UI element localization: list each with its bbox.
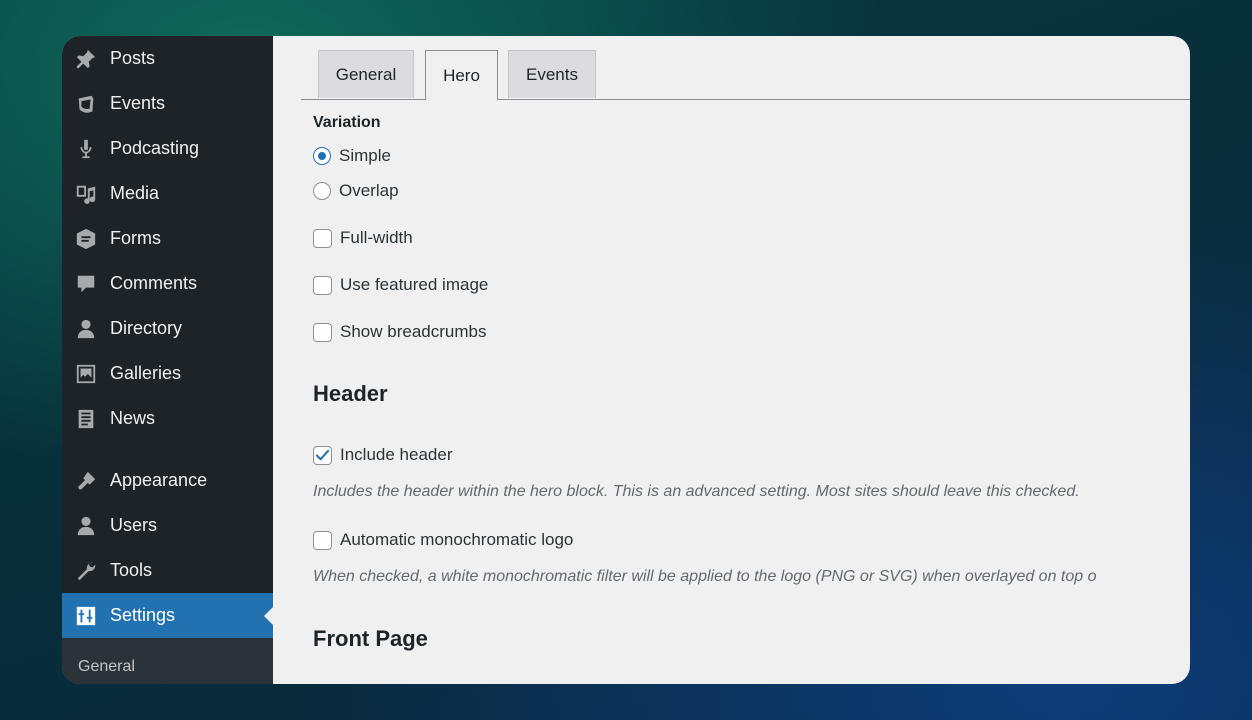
sidebar-item-label: Forms	[110, 228, 161, 248]
person-icon	[74, 317, 98, 341]
sidebar-item-users[interactable]: Users	[62, 503, 273, 548]
checkbox-mono-logo[interactable]	[313, 530, 332, 550]
submenu-item-general[interactable]: General	[78, 658, 135, 676]
include-header-description: Includes the header within the hero bloc…	[313, 483, 1080, 500]
sidebar-item-label: Posts	[110, 48, 156, 68]
gallery-icon	[74, 362, 98, 386]
checkbox-option-breadcrumbs[interactable]: Show breadcrumbs	[313, 322, 486, 342]
checkbox-label: Use featured image	[340, 275, 489, 294]
sidebar-item-label: Settings	[110, 605, 176, 625]
checkbox-label: Include header	[340, 445, 453, 464]
sidebar-item-label: Users	[110, 515, 158, 535]
section-title-header: Header	[313, 381, 388, 406]
app-window: Posts Events Podcasting Media Forms Comm…	[62, 36, 1190, 684]
calendar-icon	[74, 92, 98, 116]
sidebar-item-news[interactable]: News	[62, 396, 273, 441]
admin-sidebar: Posts Events Podcasting Media Forms Comm…	[62, 36, 273, 684]
tab-bar: General Hero Events	[301, 50, 1190, 100]
checkbox-label: Full-width	[340, 228, 413, 247]
sidebar-item-appearance[interactable]: Appearance	[62, 458, 273, 503]
forms-icon	[74, 227, 98, 251]
settings-submenu: General	[62, 638, 273, 684]
sidebar-item-directory[interactable]: Directory	[62, 306, 273, 351]
radio-overlap[interactable]	[313, 182, 331, 200]
sidebar-item-posts[interactable]: Posts	[62, 36, 273, 81]
checkbox-option-full-width[interactable]: Full-width	[313, 228, 413, 248]
checkbox-option-featured-image[interactable]: Use featured image	[313, 275, 488, 295]
variation-label: Variation	[313, 114, 381, 131]
users-icon	[74, 514, 98, 538]
sidebar-item-label: Tools	[110, 560, 153, 580]
checkmark-icon	[315, 449, 330, 460]
wrench-icon	[74, 559, 98, 583]
section-title-front-page: Front Page	[313, 626, 428, 651]
sidebar-item-settings[interactable]: Settings	[62, 593, 273, 638]
tab-hero[interactable]: Hero	[425, 50, 498, 100]
sidebar-item-label: Podcasting	[110, 138, 200, 158]
checkbox-include-header[interactable]	[313, 445, 332, 465]
radio-option-overlap[interactable]: Overlap	[313, 181, 399, 201]
radio-label: Overlap	[339, 181, 399, 200]
sidebar-item-galleries[interactable]: Galleries	[62, 351, 273, 396]
sidebar-item-label: Media	[110, 183, 160, 203]
sidebar-item-label: News	[110, 408, 156, 428]
comment-icon	[74, 272, 98, 296]
sidebar-item-events[interactable]: Events	[62, 81, 273, 126]
brush-icon	[74, 469, 98, 493]
radio-option-simple[interactable]: Simple	[313, 146, 391, 166]
checkbox-featured-image[interactable]	[313, 275, 332, 295]
settings-panel: General Hero Events Variation Simple Ove…	[273, 36, 1190, 684]
checkbox-option-mono-logo[interactable]: Automatic monochromatic logo	[313, 530, 573, 550]
sidebar-item-forms[interactable]: Forms	[62, 216, 273, 261]
checkbox-full-width[interactable]	[313, 228, 332, 248]
sidebar-item-media[interactable]: Media	[62, 171, 273, 216]
mono-logo-description: When checked, a white monochromatic filt…	[313, 568, 1097, 585]
tab-general[interactable]: General	[318, 50, 414, 98]
sidebar-item-label: Events	[110, 93, 166, 113]
sidebar-item-tools[interactable]: Tools	[62, 548, 273, 593]
tab-events[interactable]: Events	[508, 50, 596, 98]
media-icon	[74, 182, 98, 206]
sidebar-item-label: Appearance	[110, 470, 208, 490]
sidebar-item-label: Comments	[110, 273, 198, 293]
settings-icon	[74, 604, 98, 628]
radio-label: Simple	[339, 146, 391, 165]
document-icon	[74, 407, 98, 431]
sidebar-item-podcasting[interactable]: Podcasting	[62, 126, 273, 171]
pin-icon	[74, 47, 98, 71]
sidebar-item-label: Galleries	[110, 363, 182, 383]
sidebar-item-label: Directory	[110, 318, 183, 338]
checkbox-breadcrumbs[interactable]	[313, 322, 332, 342]
radio-simple[interactable]	[313, 147, 331, 165]
checkbox-option-include-header[interactable]: Include header	[313, 445, 452, 465]
checkbox-label: Show breadcrumbs	[340, 322, 487, 341]
checkbox-label: Automatic monochromatic logo	[340, 530, 574, 549]
sidebar-item-comments[interactable]: Comments	[62, 261, 273, 306]
microphone-icon	[74, 137, 98, 161]
